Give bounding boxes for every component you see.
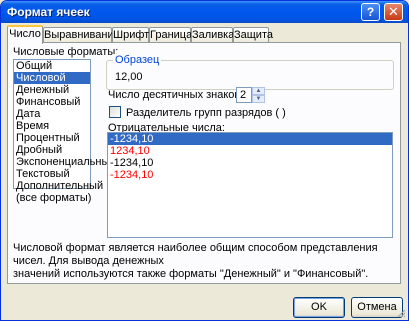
tab-panel-number: Числовые форматы: Общий Числовой Денежны… — [7, 42, 401, 284]
tab-border[interactable]: Граница — [149, 27, 192, 43]
format-item[interactable]: Текстовый — [14, 168, 90, 180]
formats-label: Числовые форматы: — [13, 46, 119, 58]
spin-up-icon[interactable]: ▲ — [252, 87, 265, 95]
tab-font[interactable]: Шрифт — [112, 27, 149, 43]
format-item[interactable]: Дата — [14, 108, 90, 120]
description-line-2: значений используются также форматы "Ден… — [13, 268, 369, 280]
ok-button[interactable]: OK — [293, 297, 345, 318]
format-item[interactable]: Дополнительный — [14, 180, 103, 192]
format-cells-dialog: Формат ячеек ? ✕ Число Выравнивание Шриф… — [0, 0, 409, 321]
format-item[interactable]: Экспоненциальный — [14, 156, 116, 168]
format-item-selected[interactable]: Числовой — [14, 72, 90, 84]
resize-grip-icon[interactable] — [396, 308, 406, 318]
separator-checkbox[interactable] — [109, 106, 121, 118]
close-button[interactable]: ✕ — [384, 3, 403, 21]
format-item[interactable]: Дробный — [14, 144, 90, 156]
format-item[interactable]: Общий — [14, 60, 90, 72]
tab-number[interactable]: Число — [7, 25, 43, 44]
sample-legend: Образец — [113, 54, 162, 66]
sample-groupbox: Образец 12,00 — [106, 54, 394, 90]
format-item[interactable]: (все форматы) — [14, 192, 91, 204]
separator-label: Разделитель групп разрядов ( ) — [126, 107, 286, 119]
format-item[interactable]: Финансовый — [14, 96, 90, 108]
tab-protection[interactable]: Защита — [233, 27, 273, 43]
negative-item[interactable]: 1234,10 — [108, 145, 392, 157]
formats-listbox[interactable]: Общий Числовой Денежный Финансовый Дата … — [13, 59, 116, 204]
spin-down-icon[interactable]: ▼ — [252, 95, 265, 103]
negative-item[interactable]: -1234,10 — [108, 157, 392, 169]
tab-alignment[interactable]: Выравнивание — [43, 27, 120, 43]
sample-value: 12,00 — [115, 71, 143, 83]
negative-item-selected[interactable]: -1234,10 — [108, 133, 392, 145]
format-item[interactable]: Процентный — [14, 132, 90, 144]
format-item[interactable]: Денежный — [14, 84, 90, 96]
title-bar[interactable]: Формат ячеек ? ✕ — [1, 1, 408, 23]
format-description: Числовой формат является наиболее общим … — [13, 242, 400, 281]
description-line-1: Числовой формат является наиболее общим … — [13, 242, 378, 267]
decimals-label: Число десятичных знаков: — [108, 89, 244, 101]
negative-numbers-listbox[interactable]: -1234,10 1234,10 -1234,10 -1234,10 — [107, 132, 393, 238]
decimals-input[interactable]: 2 — [236, 87, 252, 103]
format-item[interactable]: Время — [14, 120, 90, 132]
window-title: Формат ячеек — [7, 5, 90, 19]
help-button[interactable]: ? — [361, 3, 380, 21]
decimals-spinner: ▲ ▼ — [252, 87, 265, 103]
negative-item[interactable]: -1234,10 — [108, 169, 392, 181]
tab-fill[interactable]: Заливка — [191, 27, 234, 43]
